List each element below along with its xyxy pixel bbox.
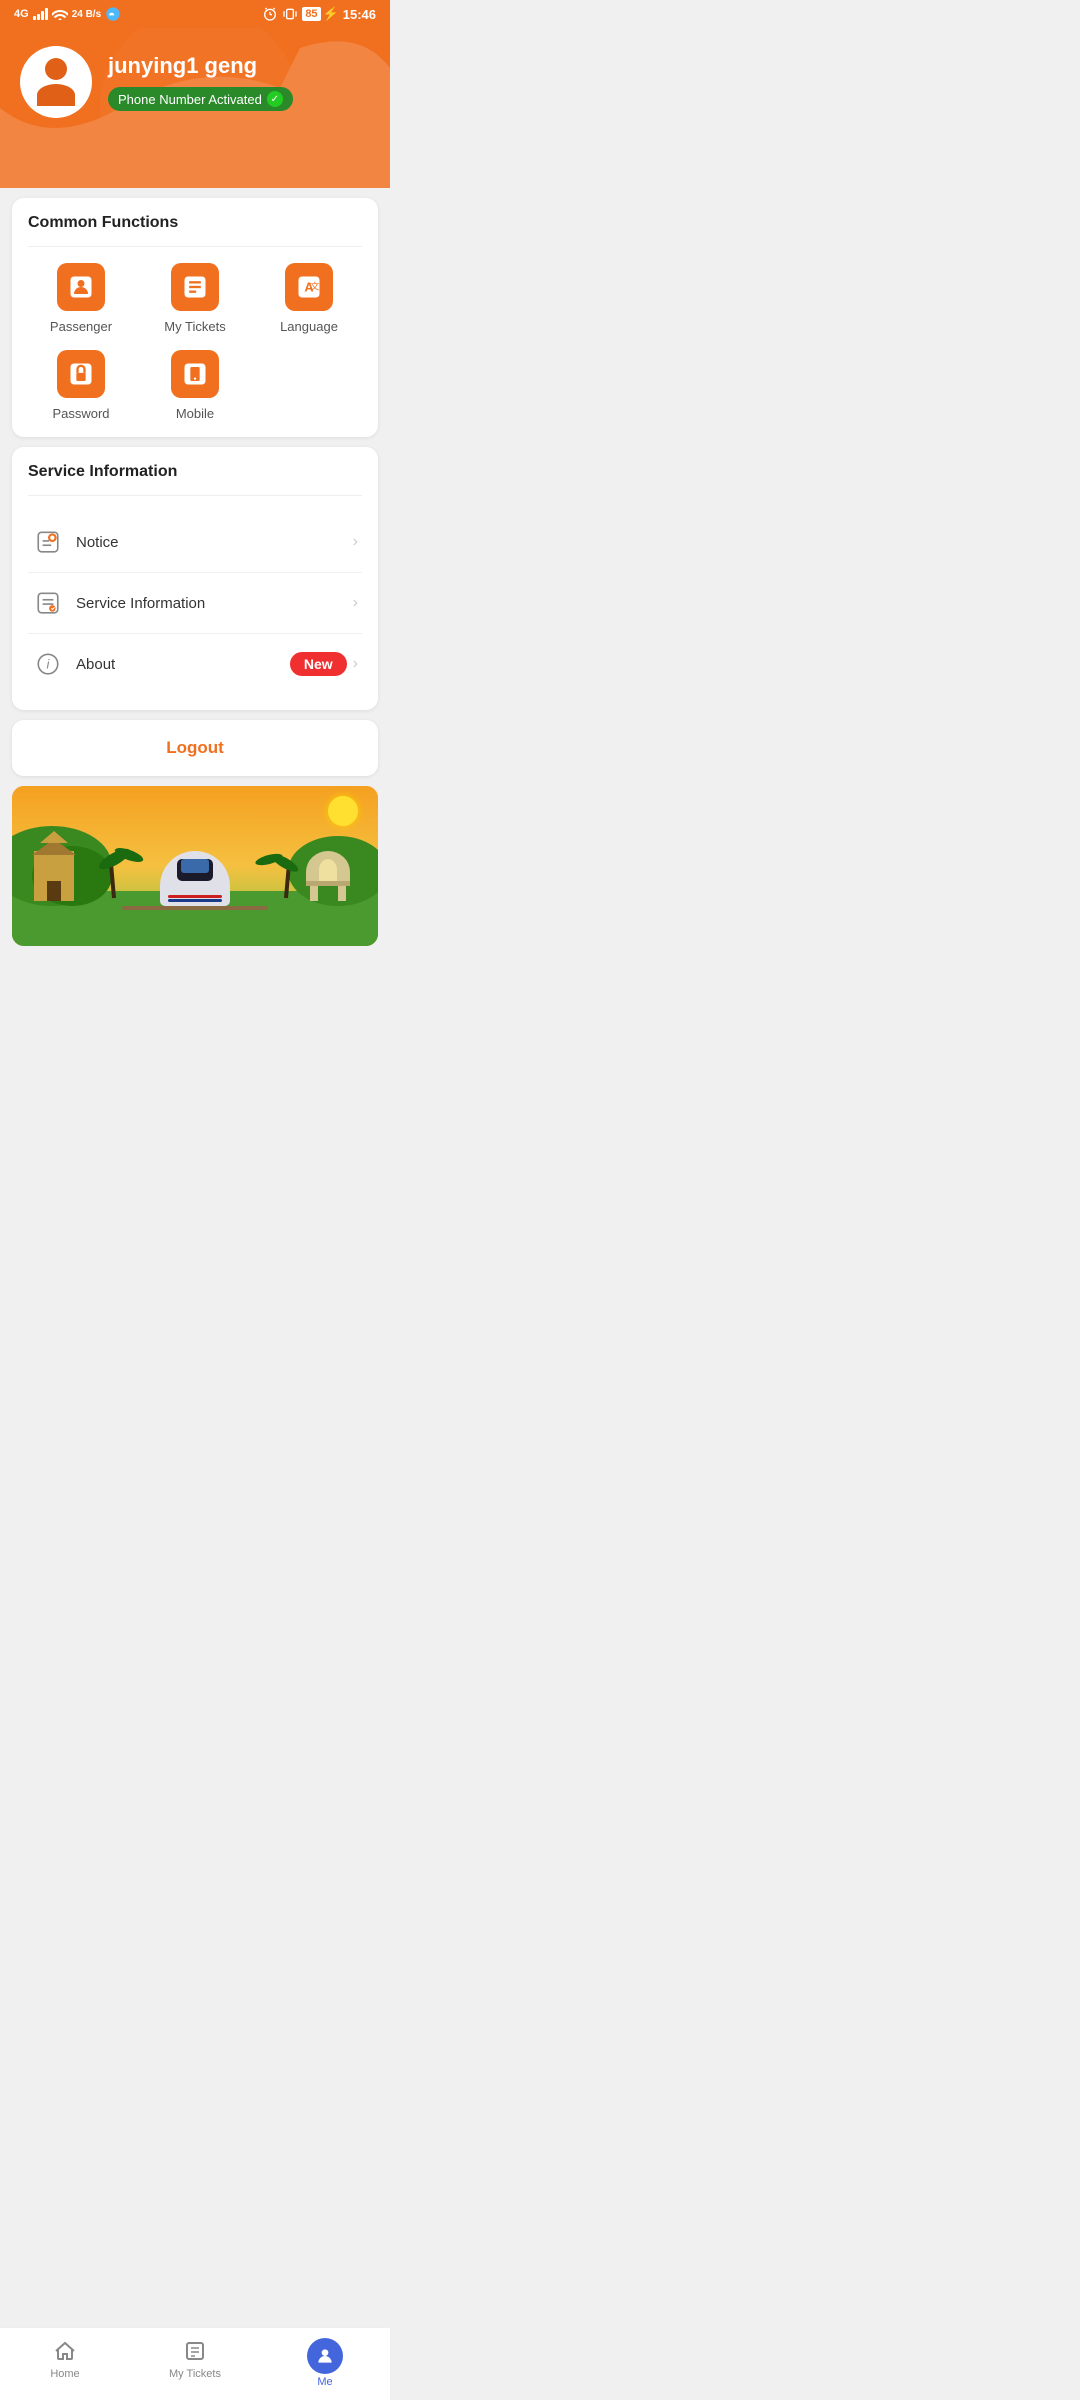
me-icon bbox=[315, 2346, 335, 2366]
avatar-body bbox=[37, 84, 75, 106]
bottom-nav: Home My Tickets Me bbox=[0, 2327, 390, 2400]
banner-sun bbox=[328, 796, 358, 826]
charging-icon: ⚡ bbox=[323, 6, 339, 22]
password-label: Password bbox=[52, 406, 109, 421]
palm-left bbox=[112, 858, 116, 898]
notice-chevron: › bbox=[353, 533, 358, 551]
function-passenger[interactable]: Passenger bbox=[28, 263, 134, 334]
common-functions-title: Common Functions bbox=[28, 214, 362, 232]
status-right: 85 ⚡ 15:46 bbox=[262, 6, 376, 22]
function-password[interactable]: Password bbox=[28, 350, 134, 421]
passenger-icon-box bbox=[57, 263, 105, 311]
about-icon: i bbox=[32, 648, 64, 680]
mobile-icon bbox=[181, 360, 209, 388]
palm-right bbox=[284, 862, 288, 898]
temple-left bbox=[34, 851, 74, 901]
home-svg bbox=[53, 2339, 77, 2363]
function-my-tickets[interactable]: My Tickets bbox=[142, 263, 248, 334]
service-info-svg bbox=[35, 590, 61, 616]
alarm-icon bbox=[262, 6, 278, 22]
divider bbox=[28, 246, 362, 247]
home-icon bbox=[52, 2338, 78, 2364]
my-tickets-icon bbox=[181, 273, 209, 301]
service-about[interactable]: i About New › bbox=[28, 634, 362, 694]
wifi-icon bbox=[52, 8, 68, 20]
service-info-label: Service Information bbox=[76, 595, 353, 612]
verified-icon: ✓ bbox=[267, 91, 283, 107]
passenger-label: Passenger bbox=[50, 319, 112, 334]
me-nav-label: Me bbox=[317, 2376, 332, 2388]
status-bar: 4G 24 B/s 85 ⚡ bbox=[0, 0, 390, 28]
me-active-circle bbox=[307, 2338, 343, 2374]
function-mobile[interactable]: Mobile bbox=[142, 350, 248, 421]
battery-level: 85 bbox=[302, 7, 320, 21]
mobile-icon-box bbox=[171, 350, 219, 398]
service-info-chevron: › bbox=[353, 594, 358, 612]
functions-grid: Passenger My Tickets bbox=[28, 263, 362, 421]
service-info-item[interactable]: Service Information › bbox=[28, 573, 362, 634]
train-track bbox=[122, 906, 268, 910]
service-info-icon bbox=[32, 587, 64, 619]
mobile-label: Mobile bbox=[176, 406, 214, 421]
profile-name: junying1 geng bbox=[108, 53, 293, 79]
password-icon-box bbox=[57, 350, 105, 398]
logout-label: Logout bbox=[166, 738, 224, 757]
about-svg: i bbox=[35, 651, 61, 677]
new-badge: New bbox=[290, 652, 347, 676]
signal-bars bbox=[33, 8, 48, 20]
about-chevron: › bbox=[353, 655, 358, 673]
notice-svg bbox=[35, 529, 61, 555]
language-label: Language bbox=[280, 319, 338, 334]
service-notice[interactable]: Notice › bbox=[28, 512, 362, 573]
phone-status-text: Phone Number Activated bbox=[118, 92, 262, 107]
my-tickets-nav-icon bbox=[182, 2338, 208, 2364]
profile-row: junying1 geng Phone Number Activated ✓ bbox=[20, 46, 370, 118]
nav-me[interactable]: Me bbox=[260, 2328, 390, 2400]
nav-my-tickets[interactable]: My Tickets bbox=[130, 2328, 260, 2400]
my-tickets-nav-label: My Tickets bbox=[169, 2368, 221, 2380]
profile-header: junying1 geng Phone Number Activated ✓ bbox=[0, 28, 390, 188]
service-divider bbox=[28, 495, 362, 496]
common-functions-card: Common Functions Passenger bbox=[12, 198, 378, 437]
logout-card[interactable]: Logout bbox=[12, 720, 378, 776]
service-information-card: Service Information Notice › bbox=[12, 447, 378, 710]
lcr-banner[interactable]: LCR Laos-China Railway bbox=[12, 786, 378, 946]
avatar-head bbox=[45, 58, 67, 80]
service-info-title: Service Information bbox=[28, 463, 362, 481]
network-label: 4G bbox=[14, 8, 29, 20]
notice-icon bbox=[32, 526, 64, 558]
nav-home[interactable]: Home bbox=[0, 2328, 130, 2400]
notice-label: Notice bbox=[76, 534, 353, 551]
language-icon: A 文 bbox=[295, 273, 323, 301]
password-icon bbox=[67, 360, 95, 388]
my-tickets-icon-box bbox=[171, 263, 219, 311]
data-usage: 24 B/s bbox=[72, 9, 101, 20]
time-display: 15:46 bbox=[343, 7, 376, 22]
about-label: About bbox=[76, 656, 290, 673]
avatar bbox=[20, 46, 92, 118]
my-tickets-nav-svg bbox=[183, 2339, 207, 2363]
cloud-icon bbox=[105, 6, 121, 22]
train bbox=[160, 851, 230, 906]
vibrate-icon bbox=[282, 6, 298, 22]
svg-text:i: i bbox=[47, 656, 51, 671]
function-language[interactable]: A 文 Language bbox=[256, 263, 362, 334]
status-left: 4G 24 B/s bbox=[14, 6, 121, 22]
phone-badge: Phone Number Activated ✓ bbox=[108, 87, 293, 111]
profile-info: junying1 geng Phone Number Activated ✓ bbox=[108, 53, 293, 111]
temple-right bbox=[306, 851, 350, 901]
battery-container: 85 ⚡ bbox=[302, 6, 338, 22]
home-nav-label: Home bbox=[50, 2368, 79, 2380]
my-tickets-label: My Tickets bbox=[164, 319, 225, 334]
service-list: Notice › Service Information › bbox=[28, 512, 362, 694]
passenger-icon bbox=[67, 273, 95, 301]
svg-text:文: 文 bbox=[310, 280, 319, 291]
language-icon-box: A 文 bbox=[285, 263, 333, 311]
